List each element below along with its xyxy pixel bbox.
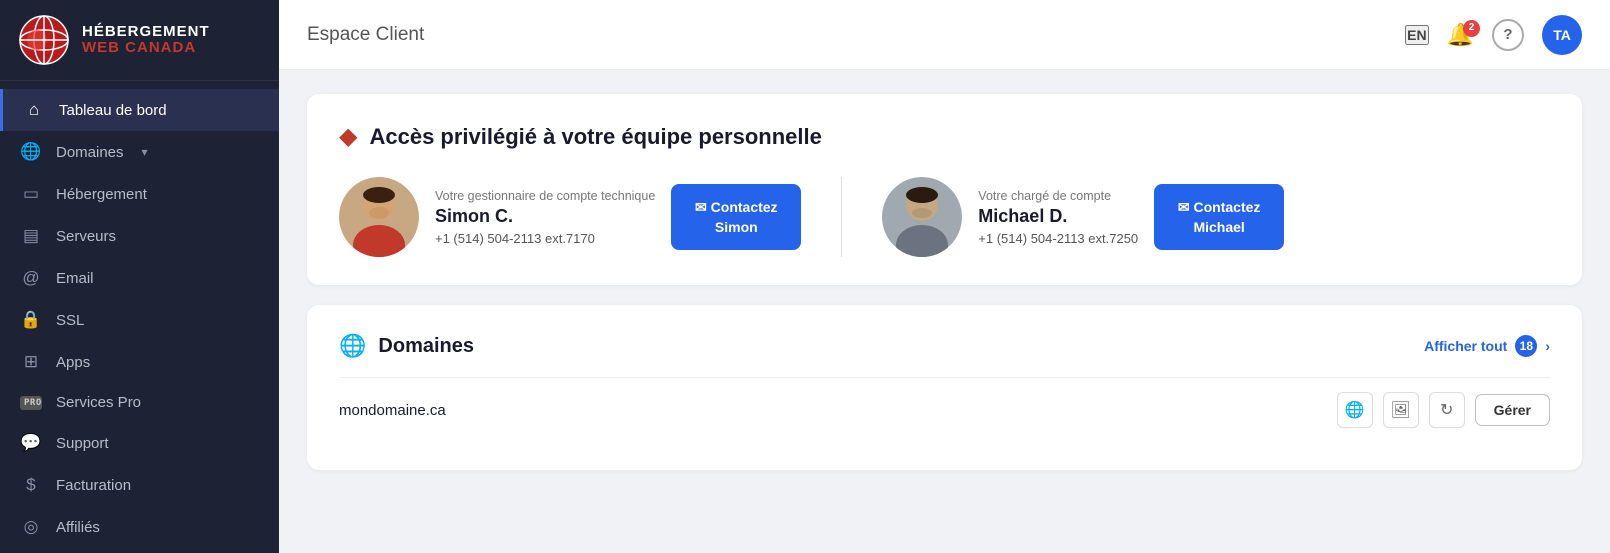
contact-btn-icon: ✉ Contactez — [1178, 198, 1261, 216]
logo-text: HÉBERGEMENT WEB CANADA — [82, 24, 210, 57]
page-content: ◆ Accès privilégié à votre équipe person… — [279, 70, 1610, 553]
main-content: Espace Client EN 🔔 2 ? TA ◆ Accès privil… — [279, 0, 1610, 553]
chevron-down-icon: ▾ — [142, 145, 148, 159]
apps-icon: ⊞ — [20, 352, 42, 372]
domain-card-button[interactable]: 🖼 — [1383, 392, 1419, 428]
page-title: Espace Client — [307, 24, 424, 46]
header: Espace Client EN 🔔 2 ? TA — [279, 0, 1610, 70]
contact-simon-button[interactable]: ✉ Contactez Simon — [671, 184, 801, 250]
sidebar-item-label: Apps — [56, 354, 90, 371]
domain-manage-button[interactable]: Gérer — [1475, 394, 1550, 426]
help-button[interactable]: ? — [1492, 19, 1524, 51]
logo-line1: HÉBERGEMENT — [82, 24, 210, 41]
team-card: ◆ Accès privilégié à votre équipe person… — [307, 94, 1582, 285]
contact-btn-name: Michael — [1193, 218, 1244, 236]
domain-name: mondomaine.ca — [339, 402, 446, 419]
member-name-simon: Simon C. — [435, 206, 655, 227]
sidebar-item-label: Domaines — [56, 144, 124, 161]
sidebar-item-label: Hébergement — [56, 186, 147, 203]
billing-icon: $ — [20, 475, 42, 495]
diamond-icon: ◆ — [339, 122, 357, 151]
sidebar-item-label: Tableau de bord — [59, 102, 167, 119]
contact-michael-button[interactable]: ✉ Contactez Michael — [1154, 184, 1284, 250]
domains-card: 🌐 Domaines Afficher tout 18 › mondomaine… — [307, 305, 1582, 470]
member-divider — [841, 177, 842, 257]
sidebar-item-apps[interactable]: ⊞ Apps — [0, 341, 279, 383]
user-avatar[interactable]: TA — [1542, 15, 1582, 55]
domain-globe-button[interactable]: 🌐 — [1337, 392, 1373, 428]
domain-actions: 🌐 🖼 ↻ Gérer — [1337, 392, 1550, 428]
notification-badge: 2 — [1463, 20, 1480, 37]
team-member-michael: Votre chargé de compte Michael D. +1 (51… — [882, 177, 1284, 257]
notifications-button[interactable]: 🔔 2 — [1447, 24, 1474, 46]
team-card-title: Accès privilégié à votre équipe personne… — [369, 124, 821, 150]
view-all-domains-link[interactable]: Afficher tout 18 › — [1424, 335, 1550, 357]
domains-section-title: Domaines — [378, 335, 474, 358]
sidebar-item-referer-ami[interactable]: 🎁 Référer un ami — [0, 548, 279, 553]
sidebar-item-domaines[interactable]: 🌐 Domaines ▾ — [0, 131, 279, 173]
member-name-michael: Michael D. — [978, 206, 1138, 227]
globe-nav-icon: 🌐 — [20, 142, 42, 162]
server-icon: ▭ — [20, 184, 42, 204]
domain-row: mondomaine.ca 🌐 🖼 ↻ Gérer — [339, 377, 1550, 442]
support-icon: 💬 — [20, 433, 42, 453]
section-title-wrap: 🌐 Domaines — [339, 333, 474, 359]
sidebar-navigation: ⌂ Tableau de bord 🌐 Domaines ▾ ▭ Héberge… — [0, 81, 279, 553]
sidebar-item-label: Affiliés — [56, 519, 100, 536]
sidebar-item-affilies[interactable]: ◎ Affiliés — [0, 506, 279, 548]
lock-icon: 🔒 — [20, 310, 42, 330]
logo-icon — [18, 14, 70, 66]
view-all-label: Afficher tout — [1424, 338, 1507, 354]
sidebar-item-label: Serveurs — [56, 228, 116, 245]
sidebar-item-ssl[interactable]: 🔒 SSL — [0, 299, 279, 341]
member-role-michael: Votre chargé de compte — [978, 189, 1138, 203]
contact-btn-name: Simon — [715, 218, 758, 236]
team-card-header: ◆ Accès privilégié à votre équipe person… — [339, 122, 1550, 151]
sidebar-item-email[interactable]: @ Email — [0, 257, 279, 299]
sidebar-item-label: Facturation — [56, 477, 131, 494]
sidebar-item-support[interactable]: 💬 Support — [0, 422, 279, 464]
sidebar-item-facturation[interactable]: $ Facturation — [0, 464, 279, 506]
monitor-icon: ▤ — [20, 226, 42, 246]
sidebar-item-hebergement[interactable]: ▭ Hébergement — [0, 173, 279, 215]
affiliates-icon: ◎ — [20, 517, 42, 537]
domains-globe-icon: 🌐 — [339, 333, 366, 359]
sidebar-item-services-pro[interactable]: PRO Services Pro — [0, 383, 279, 422]
avatar-simon — [339, 177, 419, 257]
sidebar: HÉBERGEMENT WEB CANADA ⌂ Tableau de bord… — [0, 0, 279, 553]
sidebar-item-label: Email — [56, 270, 94, 287]
member-phone-michael: +1 (514) 504-2113 ext.7250 — [978, 231, 1138, 246]
sidebar-item-label: Services Pro — [56, 394, 141, 411]
team-members: Votre gestionnaire de compte technique S… — [339, 177, 1550, 257]
contact-btn-icon: ✉ Contactez — [695, 198, 778, 216]
domains-count-badge: 18 — [1515, 335, 1537, 357]
sidebar-item-serveurs[interactable]: ▤ Serveurs — [0, 215, 279, 257]
domains-section-header: 🌐 Domaines Afficher tout 18 › — [339, 333, 1550, 359]
chevron-right-icon: › — [1545, 338, 1550, 354]
header-actions: EN 🔔 2 ? TA — [1405, 15, 1582, 55]
language-switcher[interactable]: EN — [1405, 25, 1428, 45]
at-icon: @ — [20, 268, 42, 288]
home-icon: ⌂ — [23, 100, 45, 120]
avatar-michael — [882, 177, 962, 257]
member-role-simon: Votre gestionnaire de compte technique — [435, 189, 655, 203]
team-member-simon: Votre gestionnaire de compte technique S… — [339, 177, 801, 257]
sidebar-item-label: SSL — [56, 312, 84, 329]
member-phone-simon: +1 (514) 504-2113 ext.7170 — [435, 231, 655, 246]
sidebar-item-label: Support — [56, 435, 109, 452]
member-info-michael: Votre chargé de compte Michael D. +1 (51… — [978, 189, 1138, 246]
domain-refresh-button[interactable]: ↻ — [1429, 392, 1465, 428]
pro-badge-icon: PRO — [20, 396, 42, 410]
member-info-simon: Votre gestionnaire de compte technique S… — [435, 189, 655, 246]
sidebar-logo: HÉBERGEMENT WEB CANADA — [0, 0, 279, 81]
sidebar-item-tableau-de-bord[interactable]: ⌂ Tableau de bord — [0, 89, 279, 131]
logo-line2: WEB CANADA — [82, 40, 210, 57]
